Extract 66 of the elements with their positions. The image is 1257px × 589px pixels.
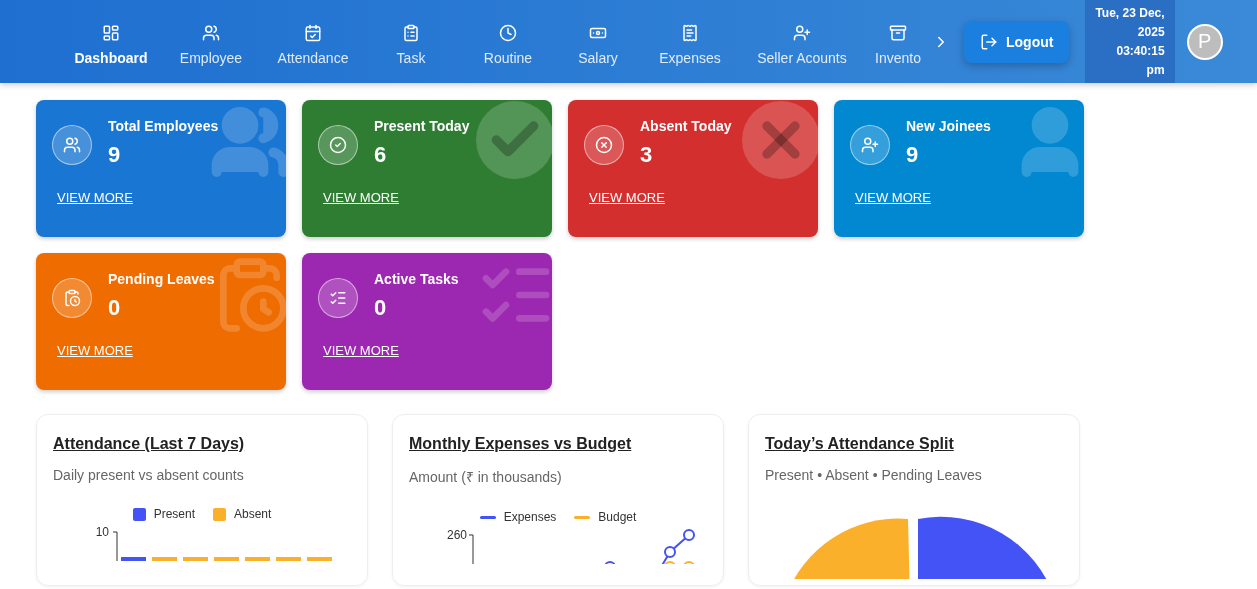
y-axis [112,531,118,561]
budget-line [664,561,695,564]
legend-label: Present [153,507,195,521]
logout-icon [980,32,998,51]
bar [276,557,301,561]
nav-tab[interactable]: Expenses [644,17,736,66]
chart-subtitle: Amount (₹ in thousands) [409,468,563,486]
view-more-link[interactable]: VIEW MORE [57,343,133,358]
stat-title: Pending Leaves [108,271,215,287]
stat-title: Present Today [374,118,470,134]
bar [152,557,177,561]
stat-title: Total Employees [108,118,219,134]
nav-tab[interactable]: Salary [552,17,644,66]
stat-value: 0 [108,295,122,321]
bar [245,557,270,561]
clock-icon [499,23,517,42]
chart-title: Today’s Attendance Split [765,435,955,453]
view-more-link[interactable]: VIEW MORE [57,190,133,205]
legend-label: Expenses [503,510,557,524]
stat-value: 3 [640,142,654,168]
nav-tab[interactable]: Attendance [268,17,358,66]
chart-title: Attendance (Last 7 Days) [53,435,246,453]
stat-value: 9 [108,142,122,168]
receipt-icon [681,23,699,42]
clipboard-clock-icon [52,278,92,318]
logout-button[interactable]: Logout [964,20,1070,63]
calendar-check-icon [304,23,322,42]
add-person-icon [793,23,811,42]
bar [214,557,239,561]
nav-tab[interactable]: Dashboard [68,17,154,66]
check-icon [318,125,358,165]
dashboard-icon [102,23,120,42]
stat-title: New Joinees [906,118,991,134]
nav-tab[interactable]: Task [358,17,464,66]
people-icon [202,23,220,42]
stat-title: Absent Today [640,118,732,134]
close-icon [584,125,624,165]
clipboard-icon [402,23,420,42]
y-axis [468,534,474,564]
stat-title: Active Tasks [374,271,459,287]
stat-value: 9 [906,142,920,168]
chart-title: Monthly Expenses vs Budget [409,435,633,453]
view-more-link[interactable]: VIEW MORE [323,190,399,205]
bar [121,557,146,561]
nav-tab[interactable]: Seller Acounts [736,17,868,66]
checklist-icon [318,278,358,318]
archive-icon [889,23,907,42]
view-more-link[interactable]: VIEW MORE [855,190,931,205]
chart-subtitle: Daily present vs absent counts [53,467,245,483]
axis-tick-label: 260 [446,528,467,542]
bar [307,557,332,561]
chart-subtitle: Present • Absent • Pending Leaves [765,467,983,483]
bar [183,557,208,561]
nav-tab[interactable]: Invento [868,17,928,66]
legend-label: Absent [234,507,272,521]
stat-value: 6 [374,142,388,168]
legend-label: Budget [598,510,637,524]
stat-value: 0 [374,295,388,321]
view-more-link[interactable]: VIEW MORE [323,343,399,358]
nav-tab[interactable]: Routine [464,17,552,66]
date-time: Tue, 23 Dec, 2025 03:40:15 pm [1085,0,1175,83]
add-person-icon [850,125,890,165]
people-icon [52,125,92,165]
view-more-link[interactable]: VIEW MORE [589,190,665,205]
axis-tick-label: 10 [95,525,109,539]
nav-tab[interactable]: Employee [154,17,268,66]
